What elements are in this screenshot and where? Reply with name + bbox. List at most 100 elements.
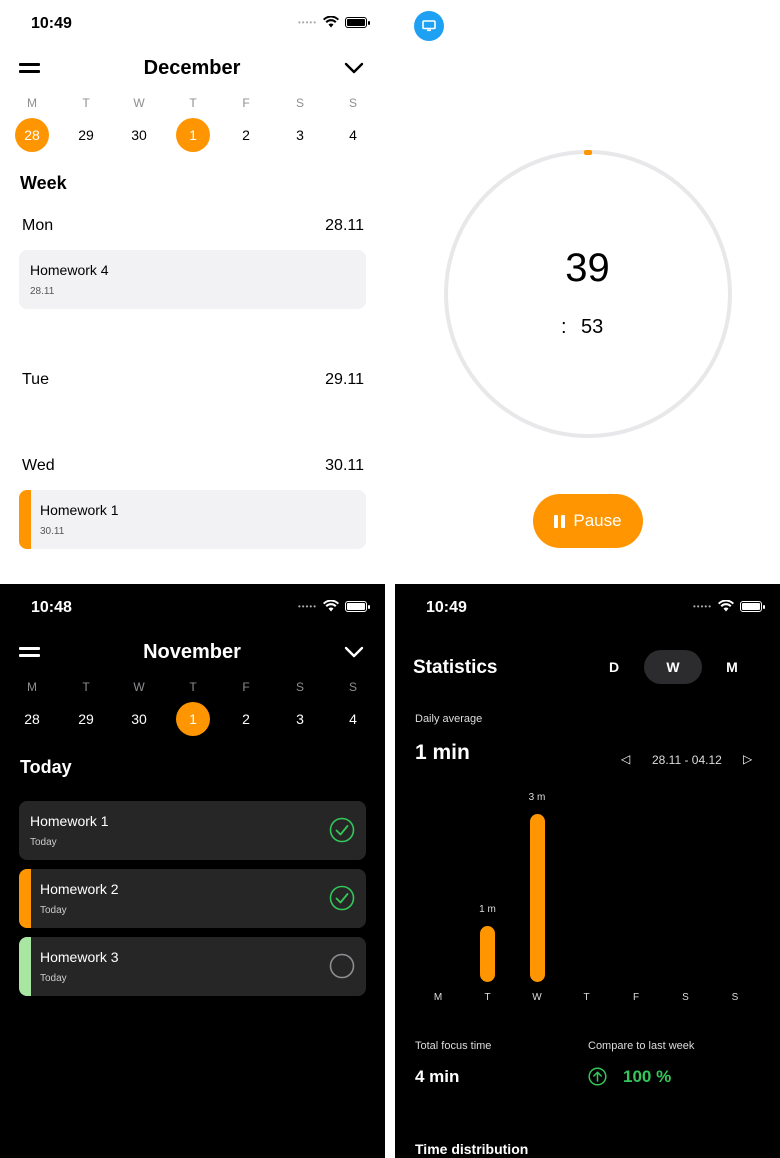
chart-x-tick-label: W bbox=[532, 992, 542, 1003]
segment-month[interactable]: M bbox=[703, 650, 761, 684]
day-cell-today[interactable]: 1 bbox=[176, 118, 210, 152]
month-title[interactable]: December bbox=[92, 57, 292, 80]
task-card[interactable]: Homework 4 28.11 bbox=[19, 250, 366, 309]
day-cell[interactable]: 28 bbox=[15, 702, 49, 736]
chart-x-tick-label: T bbox=[484, 992, 491, 1003]
task-subtitle: 28.11 bbox=[30, 286, 55, 297]
wifi-icon bbox=[718, 600, 735, 612]
pause-label: Pause bbox=[573, 511, 622, 530]
signal-icon: ••••• bbox=[693, 601, 713, 611]
signal-icon: ••••• bbox=[298, 17, 318, 27]
chart-data-label: 3 m bbox=[528, 792, 546, 803]
task-card[interactable]: Homework 3 Today bbox=[19, 937, 366, 996]
timer-minutes: 39 bbox=[565, 246, 610, 290]
day-group-date: 30.11 bbox=[325, 457, 364, 474]
task-color-bar bbox=[19, 869, 31, 928]
status-icons: ••••• bbox=[298, 16, 371, 28]
timer-ring bbox=[444, 150, 732, 438]
day-cell[interactable]: 4 bbox=[336, 702, 370, 736]
weekly-bar-chart: M 1 m T 3 m W T F S S bbox=[395, 784, 780, 1014]
chart-bar bbox=[480, 926, 495, 982]
battery-icon bbox=[345, 16, 371, 28]
menu-icon[interactable] bbox=[19, 647, 40, 657]
day-group-label: Wed bbox=[22, 457, 55, 474]
task-card[interactable]: Homework 2 Today bbox=[19, 869, 366, 928]
task-color-bar bbox=[19, 937, 31, 996]
pause-button[interactable]: Pause bbox=[533, 494, 643, 548]
checkmark-circle-icon[interactable] bbox=[329, 817, 355, 843]
task-title: Homework 3 bbox=[40, 949, 119, 965]
status-time: 10:49 bbox=[31, 15, 72, 32]
weekday-label: S bbox=[348, 96, 357, 110]
monitor-icon[interactable] bbox=[414, 11, 444, 41]
day-cell[interactable]: 29 bbox=[69, 702, 103, 736]
chart-data-label: 1 m bbox=[479, 904, 496, 915]
task-color-bar bbox=[19, 490, 31, 549]
task-card[interactable]: Homework 1 Today bbox=[19, 801, 366, 860]
battery-icon bbox=[345, 600, 371, 612]
arrow-up-circle-icon bbox=[588, 1067, 607, 1086]
prev-range-button[interactable]: ◁ bbox=[621, 752, 630, 766]
next-range-button[interactable]: ▷ bbox=[743, 752, 752, 766]
timer-seconds: 53 bbox=[581, 316, 604, 338]
compare-label: Compare to last week bbox=[588, 1040, 695, 1052]
task-title: Homework 2 bbox=[40, 881, 119, 897]
day-cell[interactable]: 28 bbox=[15, 118, 49, 152]
weekday-label: S bbox=[348, 680, 357, 694]
weekday-label: W bbox=[133, 96, 145, 110]
calendar-today-screen: 10:48 ••••• November M T W T F S S 28 29… bbox=[0, 584, 385, 1158]
day-cell[interactable]: 30 bbox=[122, 118, 156, 152]
status-time: 10:49 bbox=[426, 599, 467, 616]
wifi-icon bbox=[323, 600, 340, 612]
task-subtitle: Today bbox=[40, 905, 67, 916]
signal-icon: ••••• bbox=[298, 601, 318, 611]
compare-value: 100 % bbox=[623, 1067, 672, 1086]
checkmark-circle-icon[interactable] bbox=[329, 885, 355, 911]
task-subtitle: 30.11 bbox=[40, 526, 65, 537]
pause-icon bbox=[554, 514, 566, 528]
status-icons: ••••• bbox=[298, 600, 371, 612]
status-icons: ••••• bbox=[693, 600, 766, 612]
battery-icon bbox=[740, 600, 766, 612]
weekday-label: F bbox=[242, 680, 250, 694]
segment-day[interactable]: D bbox=[585, 650, 643, 684]
chevron-down-icon[interactable] bbox=[344, 61, 364, 75]
segment-week[interactable]: W bbox=[644, 650, 702, 684]
day-cell[interactable]: 29 bbox=[69, 118, 103, 152]
menu-icon[interactable] bbox=[19, 63, 40, 73]
weekday-label: M bbox=[27, 680, 37, 694]
task-subtitle: Today bbox=[40, 973, 67, 984]
day-group-date: 29.11 bbox=[325, 371, 364, 388]
chart-bar bbox=[529, 814, 545, 982]
timer-screen: 39 : 53 Pause bbox=[395, 0, 780, 580]
chart-x-tick-label: M bbox=[433, 992, 443, 1003]
timer-progress-indicator bbox=[584, 150, 592, 155]
day-cell[interactable]: 2 bbox=[229, 118, 263, 152]
task-title: Homework 1 bbox=[30, 813, 109, 829]
day-group-date: 28.11 bbox=[325, 217, 364, 234]
chart-x-tick-label: S bbox=[731, 992, 739, 1003]
day-cell-today[interactable]: 1 bbox=[176, 702, 210, 736]
day-cell[interactable]: 2 bbox=[229, 702, 263, 736]
total-focus-label: Total focus time bbox=[415, 1040, 492, 1052]
weekday-label: T bbox=[82, 96, 90, 110]
task-title: Homework 1 bbox=[40, 502, 119, 518]
status-time: 10:48 bbox=[31, 599, 72, 616]
month-title[interactable]: November bbox=[92, 641, 292, 664]
section-title: Today bbox=[20, 757, 72, 777]
day-group-label: Mon bbox=[22, 217, 54, 234]
daily-average-value: 1 min bbox=[415, 741, 470, 764]
empty-circle-icon[interactable] bbox=[329, 953, 355, 979]
day-cell[interactable]: 30 bbox=[122, 702, 156, 736]
day-cell[interactable]: 4 bbox=[336, 118, 370, 152]
day-cell[interactable]: 3 bbox=[283, 118, 317, 152]
chevron-down-icon[interactable] bbox=[344, 645, 364, 659]
day-cell[interactable]: 3 bbox=[283, 702, 317, 736]
task-subtitle: Today bbox=[30, 837, 57, 848]
date-range: 28.11 - 04.12 bbox=[652, 753, 722, 767]
task-card[interactable]: Homework 1 30.11 bbox=[19, 490, 366, 549]
chart-x-tick-label: T bbox=[583, 992, 590, 1003]
section-title: Week bbox=[20, 173, 67, 193]
weekday-label: T bbox=[189, 680, 197, 694]
statistics-screen: 10:49 ••••• Statistics D W M Daily avera… bbox=[395, 584, 780, 1158]
